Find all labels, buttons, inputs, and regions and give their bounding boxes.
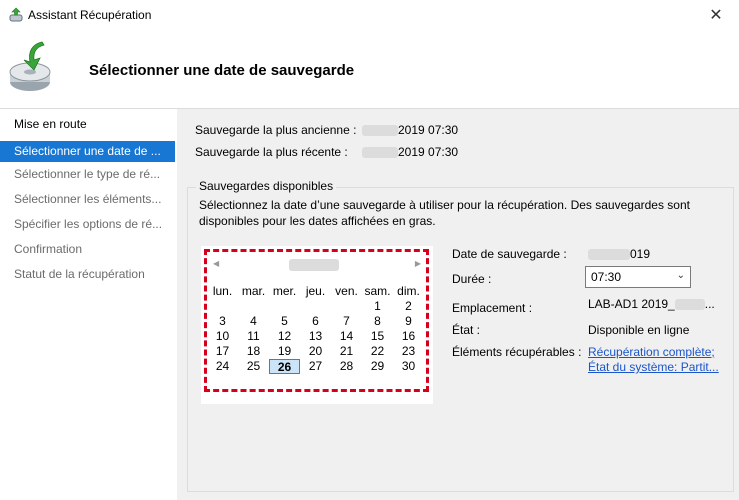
recoverable-item-link[interactable]: État du système: Partit... bbox=[588, 360, 719, 374]
time-select[interactable]: 07:30 ⌄ bbox=[585, 266, 691, 288]
location-text: LAB-AD1 2019_ bbox=[588, 297, 675, 311]
backup-app-icon bbox=[9, 7, 23, 22]
time-label: Durée : bbox=[452, 272, 492, 286]
step-confirmation[interactable]: Confirmation bbox=[0, 239, 175, 260]
redacted-text bbox=[362, 147, 398, 159]
location-label: Emplacement : bbox=[452, 301, 533, 315]
oldest-backup-label: Sauvegarde la plus ancienne : bbox=[195, 123, 357, 137]
location-value: LAB-AD1 2019_... bbox=[588, 297, 715, 311]
redacted-text bbox=[588, 249, 630, 261]
calendar-highlight-frame bbox=[204, 249, 429, 392]
backup-date-year: 019 bbox=[630, 247, 651, 261]
redacted-text bbox=[362, 125, 398, 137]
wizard-header: Sélectionner une date de sauvegarde bbox=[0, 30, 739, 110]
redacted-text bbox=[674, 299, 705, 311]
step-getting-started[interactable]: Mise en route bbox=[0, 114, 175, 135]
recoverable-items-label: Éléments récupérables : bbox=[452, 345, 582, 359]
oldest-backup-value: 2019 07:30 bbox=[362, 123, 458, 137]
time-select-value: 07:30 bbox=[591, 270, 622, 284]
newest-backup-label: Sauvegarde la plus récente : bbox=[195, 145, 348, 159]
step-select-date[interactable]: Sélectionner une date de ... bbox=[0, 141, 175, 162]
newest-backup-value: 2019 07:30 bbox=[362, 145, 458, 159]
recoverable-item-link[interactable]: Récupération complète; bbox=[588, 345, 715, 359]
available-backups-description: Sélectionnez la date d’une sauvegarde à … bbox=[199, 198, 690, 228]
state-value: Disponible en ligne bbox=[588, 323, 690, 337]
step-recovery-options[interactable]: Spécifier les options de ré... bbox=[0, 214, 175, 235]
wizard-steps: Mise en route Sélectionner une date de .… bbox=[0, 109, 177, 500]
close-button[interactable]: ✕ bbox=[693, 0, 739, 30]
window-title: Assistant Récupération bbox=[28, 8, 152, 22]
page-title: Sélectionner une date de sauvegarde bbox=[89, 62, 355, 79]
backup-date-value: 019 bbox=[588, 247, 650, 261]
chevron-down-icon: ⌄ bbox=[676, 270, 685, 281]
step-recovery-status[interactable]: Statut de la récupération bbox=[0, 264, 175, 285]
main-panel: Sauvegarde la plus ancienne : 2019 07:30… bbox=[177, 109, 739, 500]
step-select-items[interactable]: Sélectionner les éléments... bbox=[0, 189, 175, 210]
location-ellipsis: ... bbox=[704, 297, 715, 311]
step-select-type[interactable]: Sélectionner le type de ré... bbox=[0, 164, 175, 185]
title-bar: Assistant Récupération ✕ bbox=[0, 0, 739, 30]
backup-date-label: Date de sauvegarde : bbox=[452, 247, 567, 261]
backup-restore-icon bbox=[9, 41, 51, 91]
close-icon: ✕ bbox=[709, 7, 723, 24]
oldest-backup-time: 2019 07:30 bbox=[398, 123, 459, 137]
available-backups-legend: Sauvegardes disponibles bbox=[196, 179, 337, 193]
state-label: État : bbox=[452, 323, 481, 337]
newest-backup-time: 2019 07:30 bbox=[398, 145, 459, 159]
